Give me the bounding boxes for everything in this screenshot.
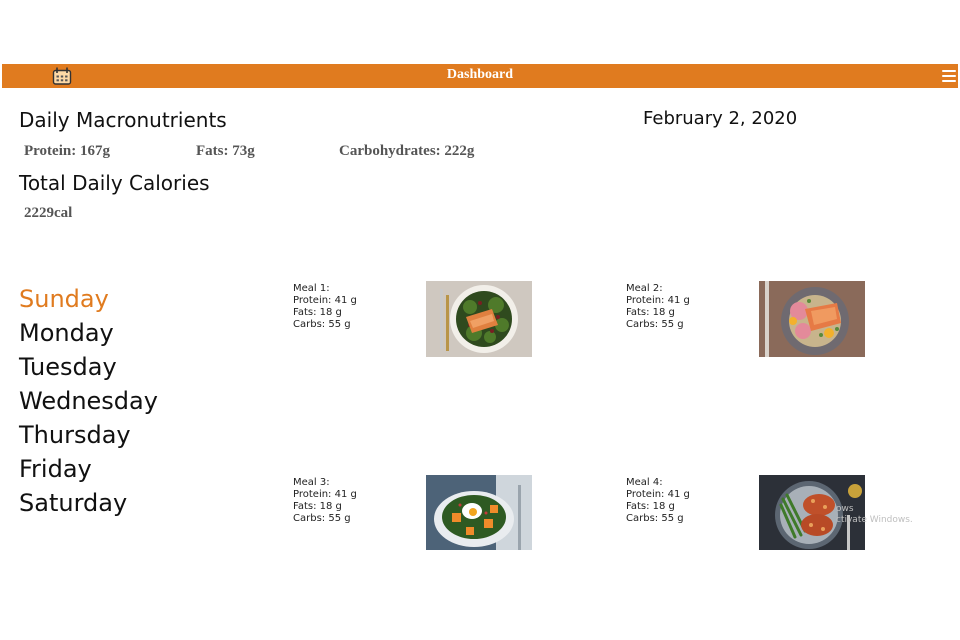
meal-fats: Fats: 18 g	[626, 307, 675, 318]
meal-fats: Fats: 18 g	[293, 307, 342, 318]
activate-windows-watermark: ows ctivate Windows.	[836, 504, 913, 526]
meal-title: Meal 1:	[293, 283, 330, 294]
meal-title: Meal 2:	[626, 283, 663, 294]
meal-carbs: Carbs: 55 g	[293, 319, 351, 330]
protein-total: Protein: 167g	[24, 143, 110, 159]
fats-total: Fats: 73g	[196, 143, 255, 159]
watermark-line-1: ows	[836, 504, 854, 514]
meal-protein: Protein: 41 g	[626, 489, 690, 500]
meal-protein: Protein: 41 g	[293, 489, 357, 500]
meal-carbs: Carbs: 55 g	[626, 513, 684, 524]
calories-value: 2229cal	[24, 205, 73, 221]
meal-carbs: Carbs: 55 g	[626, 319, 684, 330]
meal-card-1: Meal 1: Protein: 41 g Fats: 18 g Carbs: …	[293, 283, 357, 331]
carbs-total: Carbohydrates: 222g	[339, 143, 475, 159]
meal-3-image[interactable]	[426, 475, 532, 550]
day-list: Sunday Monday Tuesday Wednesday Thursday…	[19, 282, 158, 520]
day-friday[interactable]: Friday	[19, 452, 158, 486]
date-label: February 2, 2020	[643, 108, 798, 129]
meal-1-image[interactable]	[426, 281, 532, 357]
calories-heading: Total Daily Calories	[19, 171, 210, 195]
meal-title: Meal 3:	[293, 477, 330, 488]
day-sunday[interactable]: Sunday	[19, 282, 158, 316]
day-monday[interactable]: Monday	[19, 316, 158, 350]
meal-fats: Fats: 18 g	[626, 501, 675, 512]
meal-carbs: Carbs: 55 g	[293, 513, 351, 524]
macros-heading: Daily Macronutrients	[19, 108, 227, 132]
day-saturday[interactable]: Saturday	[19, 486, 158, 520]
meal-card-2: Meal 2: Protein: 41 g Fats: 18 g Carbs: …	[626, 283, 690, 331]
meal-card-3: Meal 3: Protein: 41 g Fats: 18 g Carbs: …	[293, 477, 357, 525]
page-title: Dashboard	[446, 67, 514, 82]
top-bar: Dashboard	[2, 64, 958, 88]
meal-protein: Protein: 41 g	[293, 295, 357, 306]
day-tuesday[interactable]: Tuesday	[19, 350, 158, 384]
meal-card-4: Meal 4: Protein: 41 g Fats: 18 g Carbs: …	[626, 477, 690, 525]
watermark-line-2: ctivate Windows.	[836, 515, 913, 525]
meal-title: Meal 4:	[626, 477, 663, 488]
day-wednesday[interactable]: Wednesday	[19, 384, 158, 418]
meal-2-image[interactable]	[759, 281, 865, 357]
meal-fats: Fats: 18 g	[293, 501, 342, 512]
day-thursday[interactable]: Thursday	[19, 418, 158, 452]
meal-protein: Protein: 41 g	[626, 295, 690, 306]
hamburger-icon[interactable]	[942, 68, 956, 84]
